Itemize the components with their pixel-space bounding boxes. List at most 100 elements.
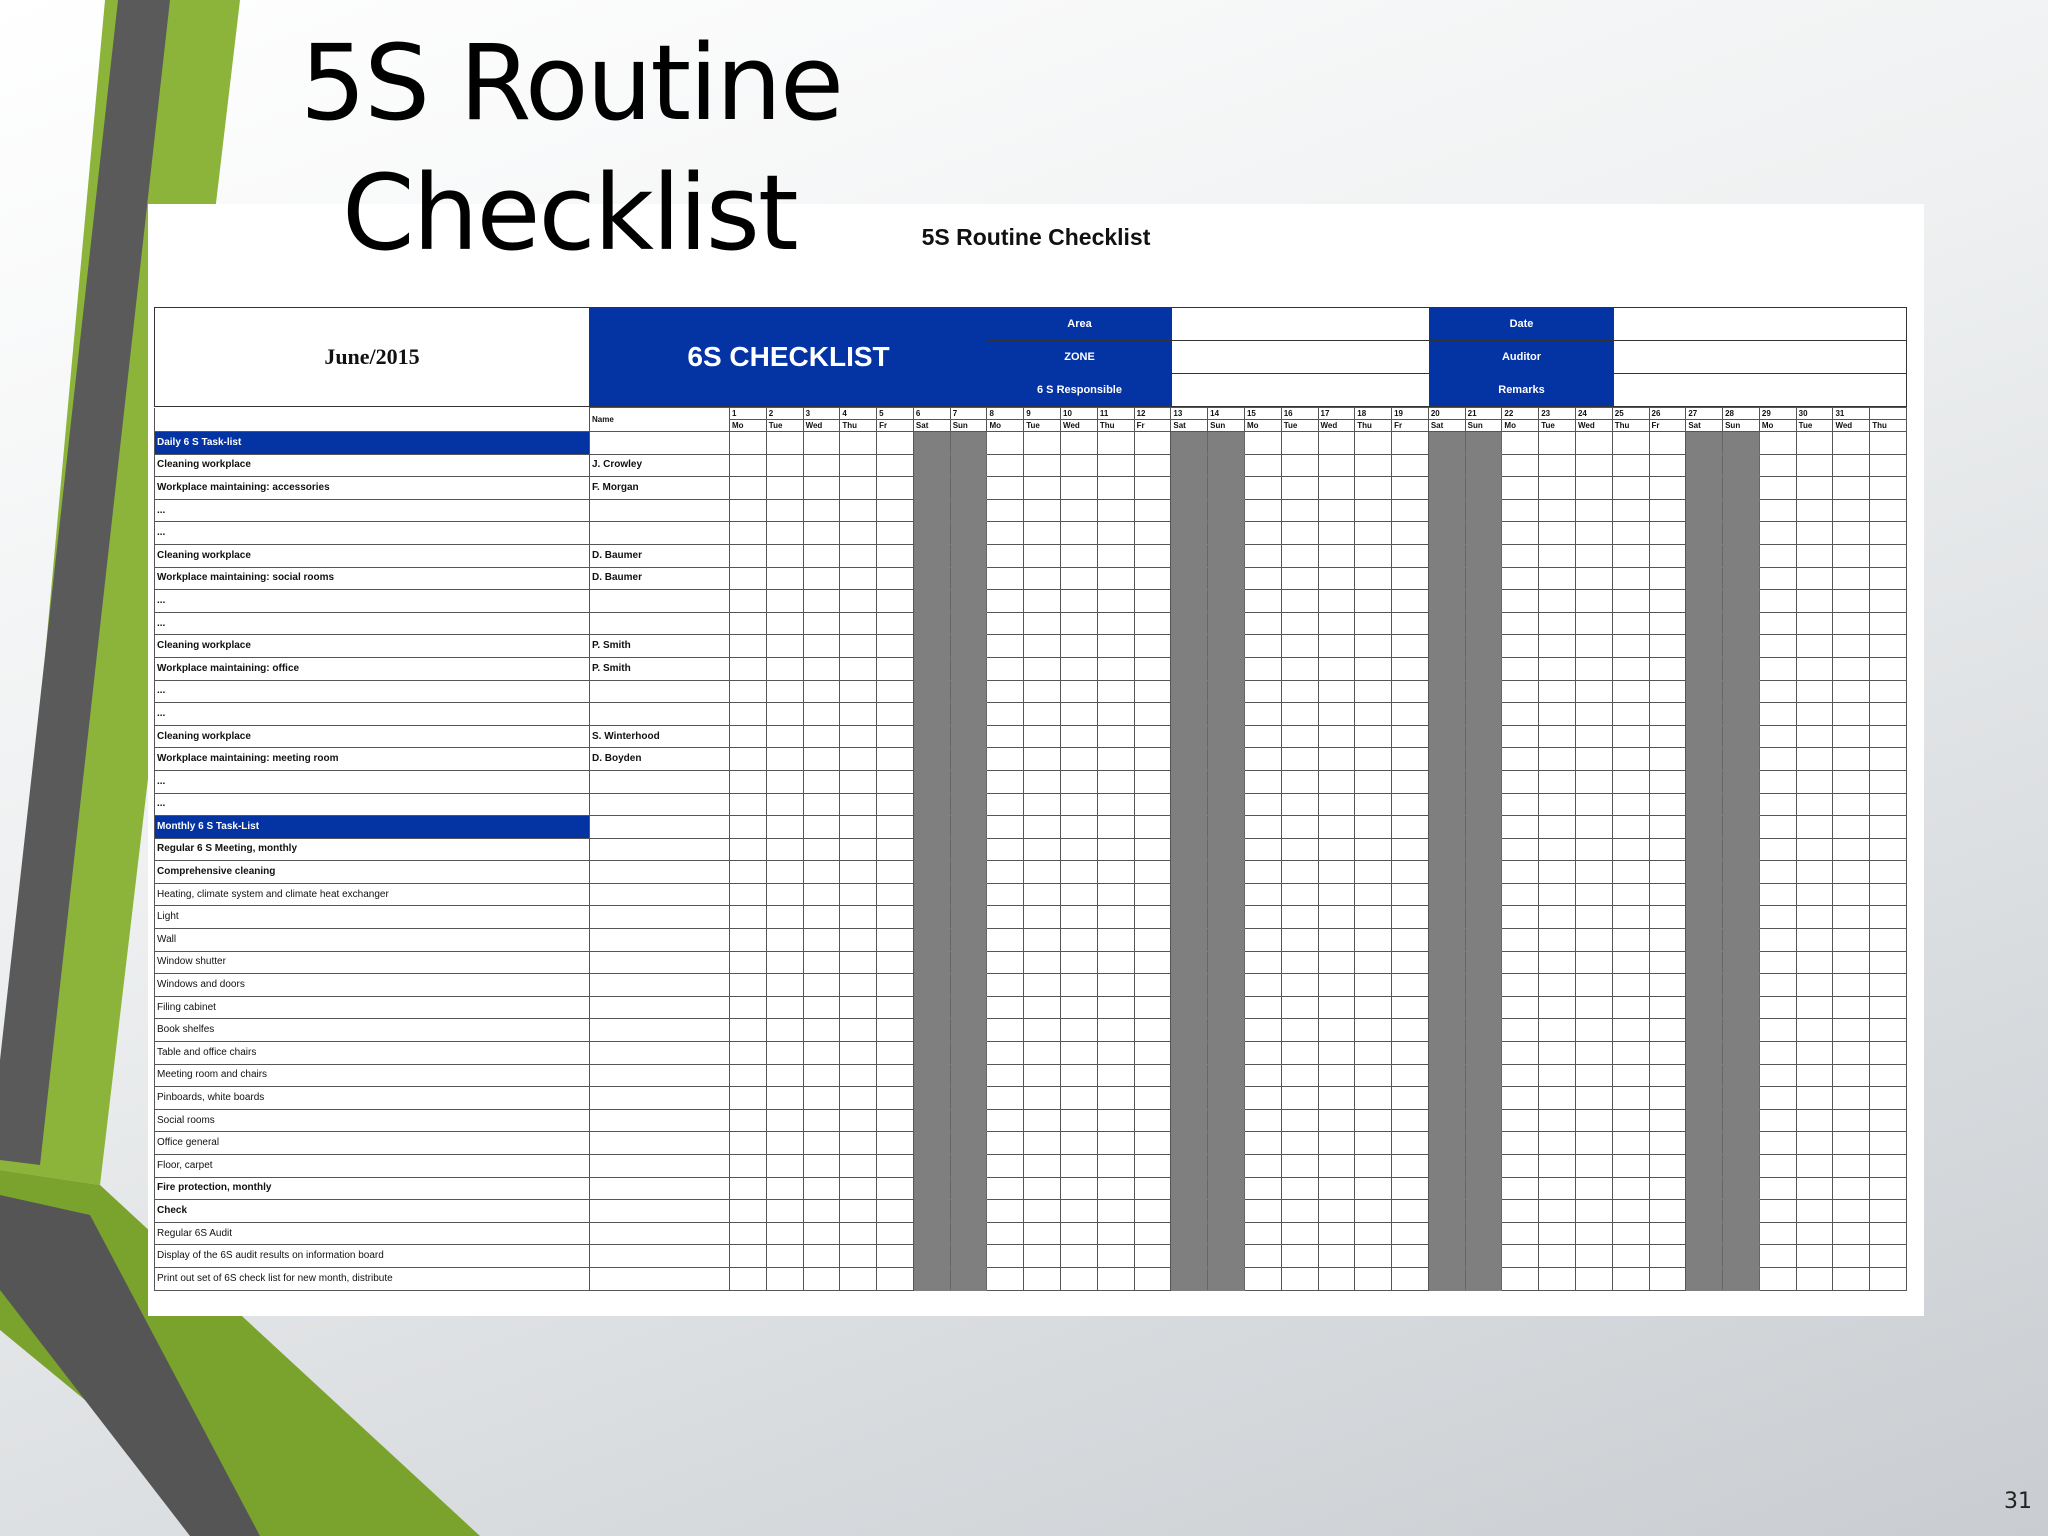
check-cell[interactable] <box>1243 1244 1282 1268</box>
check-cell[interactable] <box>1243 1176 1282 1201</box>
check-cell[interactable] <box>729 973 767 997</box>
check-cell[interactable] <box>765 1018 804 1043</box>
check-cell[interactable] <box>839 950 878 975</box>
check-cell[interactable] <box>1060 1221 1098 1246</box>
check-cell[interactable] <box>839 724 878 749</box>
check-cell[interactable] <box>1280 656 1319 681</box>
check-cell[interactable] <box>839 1199 878 1223</box>
check-cell[interactable] <box>1574 882 1613 907</box>
check-cell[interactable] <box>1758 634 1797 658</box>
check-cell[interactable] <box>1391 634 1429 658</box>
check-cell[interactable] <box>1574 634 1613 658</box>
check-cell[interactable] <box>1758 589 1797 613</box>
check-cell[interactable] <box>1795 747 1834 771</box>
check-cell[interactable] <box>1869 1176 1907 1201</box>
check-cell[interactable] <box>1501 1018 1540 1043</box>
check-cell[interactable] <box>1611 521 1650 545</box>
check-cell[interactable] <box>1501 1131 1540 1155</box>
check-cell[interactable] <box>1133 498 1172 523</box>
check-cell[interactable] <box>1354 589 1393 613</box>
check-cell[interactable] <box>986 543 1025 568</box>
check-cell[interactable] <box>1023 837 1062 862</box>
check-cell[interactable] <box>1023 1176 1062 1201</box>
check-cell[interactable] <box>1832 589 1871 613</box>
check-cell[interactable] <box>1354 792 1393 817</box>
check-cell[interactable] <box>876 860 914 884</box>
check-cell[interactable] <box>729 702 767 726</box>
check-cell[interactable] <box>1501 453 1540 478</box>
check-cell[interactable] <box>1133 1221 1172 1246</box>
check-cell[interactable] <box>1574 431 1613 455</box>
check-cell[interactable] <box>802 702 841 726</box>
check-cell[interactable] <box>765 634 804 658</box>
check-cell[interactable] <box>1795 905 1834 930</box>
check-cell[interactable] <box>1795 521 1834 545</box>
check-cell[interactable] <box>1280 1041 1319 1065</box>
check-cell[interactable] <box>1501 611 1540 636</box>
check-cell[interactable] <box>1317 928 1356 952</box>
check-cell[interactable] <box>1133 905 1172 930</box>
check-cell[interactable] <box>1758 1176 1797 1201</box>
check-cell[interactable] <box>876 611 914 636</box>
check-cell[interactable] <box>1133 679 1172 704</box>
check-cell[interactable] <box>876 973 914 997</box>
check-cell[interactable] <box>1574 611 1613 636</box>
check-cell[interactable] <box>1758 769 1797 794</box>
check-cell[interactable] <box>1354 769 1393 794</box>
check-cell[interactable] <box>1832 498 1871 523</box>
check-cell[interactable] <box>1096 792 1135 817</box>
check-cell[interactable] <box>1096 747 1135 771</box>
check-cell[interactable] <box>1354 702 1393 726</box>
check-cell[interactable] <box>1795 476 1834 500</box>
check-cell[interactable] <box>1391 769 1429 794</box>
check-cell[interactable] <box>876 679 914 704</box>
check-cell[interactable] <box>1096 724 1135 749</box>
check-cell[interactable] <box>802 1018 841 1043</box>
check-cell[interactable] <box>1133 724 1172 749</box>
check-cell[interactable] <box>1280 973 1319 997</box>
check-cell[interactable] <box>1795 566 1834 591</box>
check-cell[interactable] <box>1538 1221 1576 1246</box>
check-cell[interactable] <box>1538 476 1576 500</box>
check-cell[interactable] <box>1280 950 1319 975</box>
check-cell[interactable] <box>839 521 878 545</box>
check-cell[interactable] <box>986 589 1025 613</box>
check-cell[interactable] <box>986 1199 1025 1223</box>
check-cell[interactable] <box>1354 1266 1393 1291</box>
check-cell[interactable] <box>765 1063 804 1088</box>
check-cell[interactable] <box>1060 928 1098 952</box>
check-cell[interactable] <box>1280 792 1319 817</box>
check-cell[interactable] <box>1832 611 1871 636</box>
check-cell[interactable] <box>765 973 804 997</box>
check-cell[interactable] <box>1832 634 1871 658</box>
check-cell[interactable] <box>1060 792 1098 817</box>
check-cell[interactable] <box>1648 611 1687 636</box>
check-cell[interactable] <box>986 431 1025 455</box>
check-cell[interactable] <box>1648 1086 1687 1110</box>
check-cell[interactable] <box>729 1244 767 1268</box>
check-cell[interactable] <box>1574 950 1613 975</box>
check-cell[interactable] <box>1611 611 1650 636</box>
check-cell[interactable] <box>986 1154 1025 1178</box>
check-cell[interactable] <box>765 656 804 681</box>
check-cell[interactable] <box>839 1108 878 1133</box>
check-cell[interactable] <box>1611 792 1650 817</box>
check-cell[interactable] <box>1354 905 1393 930</box>
check-cell[interactable] <box>986 476 1025 500</box>
check-cell[interactable] <box>729 928 767 952</box>
check-cell[interactable] <box>1869 905 1907 930</box>
check-cell[interactable] <box>1391 476 1429 500</box>
check-cell[interactable] <box>1574 656 1613 681</box>
check-cell[interactable] <box>1574 1131 1613 1155</box>
check-cell[interactable] <box>1574 589 1613 613</box>
check-cell[interactable] <box>1243 815 1282 839</box>
check-cell[interactable] <box>1060 453 1098 478</box>
check-cell[interactable] <box>986 837 1025 862</box>
check-cell[interactable] <box>1023 589 1062 613</box>
check-cell[interactable] <box>1611 928 1650 952</box>
check-cell[interactable] <box>1758 928 1797 952</box>
check-cell[interactable] <box>1795 431 1834 455</box>
check-cell[interactable] <box>1060 634 1098 658</box>
check-cell[interactable] <box>876 521 914 545</box>
check-cell[interactable] <box>1538 543 1576 568</box>
